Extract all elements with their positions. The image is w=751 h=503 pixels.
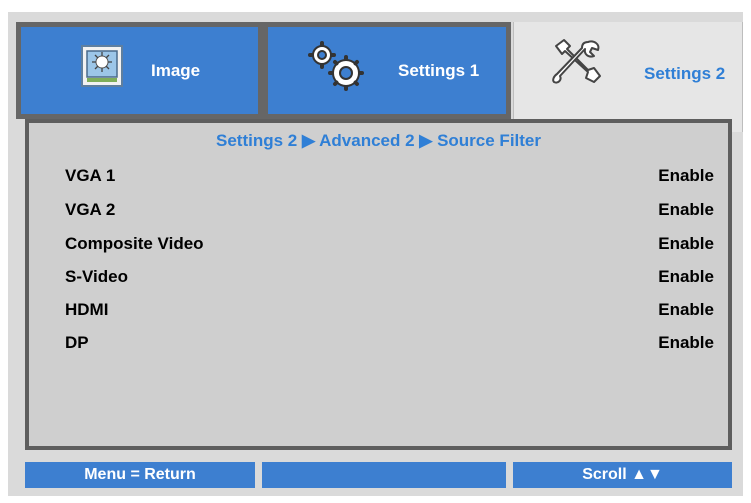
menu-item-label: Composite Video (65, 234, 204, 253)
menu-item-label: VGA 1 (65, 166, 116, 185)
menu-item-value[interactable]: Enable (658, 200, 714, 220)
menu-item-label: DP (65, 333, 89, 352)
menu-item-value[interactable]: Enable (658, 333, 714, 353)
footer-scroll: Scroll ▲▼ (513, 462, 732, 488)
breadcrumb: Settings 2 ▶ Advanced 2 ▶ Source Filter (216, 131, 541, 150)
tab-image[interactable]: Image (16, 22, 263, 119)
footer-menu-return-label: Menu = Return (84, 466, 196, 483)
menu-item-value[interactable]: Enable (658, 234, 714, 254)
footer-scroll-label: Scroll ▲▼ (582, 466, 663, 483)
menu-item-label: HDMI (65, 300, 109, 319)
menu-item-dp[interactable]: DP Enable (65, 331, 714, 355)
menu-panel: Settings 2 ▶ Advanced 2 ▶ Source Filter … (25, 119, 732, 450)
menu-item-s-video[interactable]: S-Video Enable (65, 265, 714, 289)
gears-icon (306, 41, 368, 98)
menu-item-composite-video[interactable]: Composite Video Enable (65, 232, 714, 256)
menu-item-vga-2[interactable]: VGA 2 Enable (65, 198, 714, 222)
osd-menu: Image Settings 1 Settings 2 Settings 2 ▶… (8, 12, 743, 496)
footer-middle (262, 462, 506, 488)
menu-item-label: S-Video (65, 267, 128, 286)
menu-item-hdmi[interactable]: HDMI Enable (65, 298, 714, 322)
tab-settings-2-label: Settings 2 (644, 64, 726, 83)
menu-item-label: VGA 2 (65, 200, 116, 219)
menu-item-value[interactable]: Enable (658, 300, 714, 320)
tools-icon (548, 36, 604, 97)
footer-menu-return: Menu = Return (25, 462, 255, 488)
menu-item-value[interactable]: Enable (658, 267, 714, 287)
tab-settings-2[interactable]: Settings 2 (513, 22, 743, 132)
tab-settings-1[interactable]: Settings 1 (263, 22, 511, 119)
tab-image-label: Image (151, 60, 201, 80)
image-icon (81, 45, 123, 92)
menu-item-vga-1[interactable]: VGA 1 Enable (65, 164, 714, 188)
tab-settings-1-label: Settings 1 (398, 60, 480, 80)
menu-item-value[interactable]: Enable (658, 166, 714, 186)
